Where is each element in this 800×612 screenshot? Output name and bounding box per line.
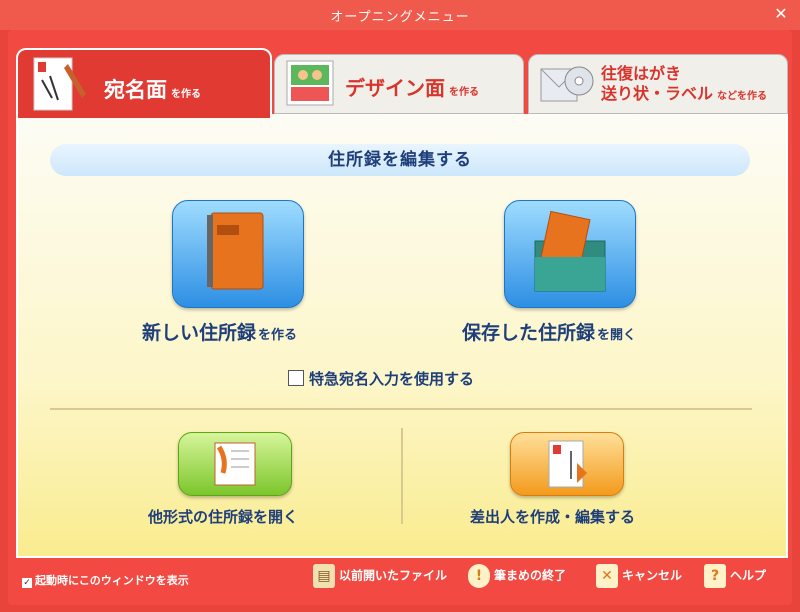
quick-input-label: 特急宛名入力を使用する: [309, 370, 475, 388]
open-other-format-label: 他形式の住所録を開く: [148, 508, 299, 526]
open-saved-address-book-label: 保存した住所録: [462, 322, 596, 344]
tab-address-label: 宛名面: [104, 78, 167, 102]
startup-show-label: 起動時にこのウィンドウを表示: [35, 574, 189, 587]
exit-button[interactable]: ! 筆まめの終了: [468, 564, 566, 592]
close-button[interactable]: ✕: [768, 4, 794, 24]
open-book-icon: [214, 442, 256, 486]
open-saved-address-book-sub: を開く: [597, 328, 637, 343]
previous-file-button[interactable]: ▤ 以前開いたファイル: [313, 564, 447, 592]
section-header: 住所録を編集する: [50, 144, 750, 176]
quick-input-checkbox-row[interactable]: 特急宛名入力を使用する: [288, 368, 474, 389]
open-other-format-button[interactable]: [178, 432, 292, 496]
cancel-icon: ✕: [596, 564, 618, 588]
help-icon: ?: [704, 564, 726, 588]
cancel-label: キャンセル: [622, 568, 683, 583]
open-saved-address-book-button[interactable]: [504, 200, 636, 308]
startup-show-checkbox[interactable]: ✓: [22, 578, 32, 588]
exit-label: 筆まめの終了: [494, 568, 567, 583]
address-book-icon: [207, 212, 264, 290]
tab-reply-labels[interactable]: 往復はがき 送り状・ラベル などを作る: [528, 54, 788, 114]
help-button[interactable]: ? ヘルプ: [704, 564, 766, 592]
postcard-pen-icon: [33, 57, 86, 111]
tab-reply-sub: などを作る: [717, 91, 768, 102]
sender-card-icon: [548, 440, 587, 488]
startup-show-checkbox-row[interactable]: ✓ 起動時にこのウィンドウを表示: [22, 572, 189, 588]
divider-vertical: [401, 428, 403, 524]
new-address-book-sub: を作る: [258, 328, 298, 343]
divider-horizontal: [50, 408, 752, 410]
folder-book-icon: [534, 210, 606, 292]
tab-design-side[interactable]: デザイン面 を作る: [274, 54, 524, 114]
tab-reply-label-line2: 送り状・ラベル: [601, 84, 714, 103]
quick-input-checkbox[interactable]: [288, 370, 304, 386]
tab-reply-label-line1: 往復はがき: [601, 64, 682, 83]
document-icon: ▤: [313, 564, 335, 588]
tab-address-sub: を作る: [171, 89, 201, 100]
tab-address-side[interactable]: 宛名面 を作る: [16, 48, 272, 118]
envelope-disc-icon: [540, 66, 594, 102]
main-panel: 住所録を編集する 新しい住所録 を作る 保存した住所録 を開く 特急宛名入力を使用す…: [16, 114, 788, 558]
photo-card-icon: [286, 60, 334, 106]
window-title: オープニングメニュー: [330, 10, 470, 25]
edit-sender-label: 差出人を作成・編集する: [470, 508, 636, 526]
title-bar: オープニングメニュー ✕: [0, 0, 800, 30]
tab-design-label: デザイン面: [345, 76, 445, 100]
new-address-book-button[interactable]: [172, 200, 304, 308]
help-label: ヘルプ: [730, 568, 767, 583]
exit-icon: !: [468, 564, 490, 588]
previous-file-label: 以前開いたファイル: [339, 568, 448, 583]
new-address-book-label: 新しい住所録: [142, 322, 257, 344]
tab-design-sub: を作る: [449, 87, 479, 98]
edit-sender-button[interactable]: [510, 432, 624, 496]
cancel-button[interactable]: ✕ キャンセル: [596, 564, 682, 592]
